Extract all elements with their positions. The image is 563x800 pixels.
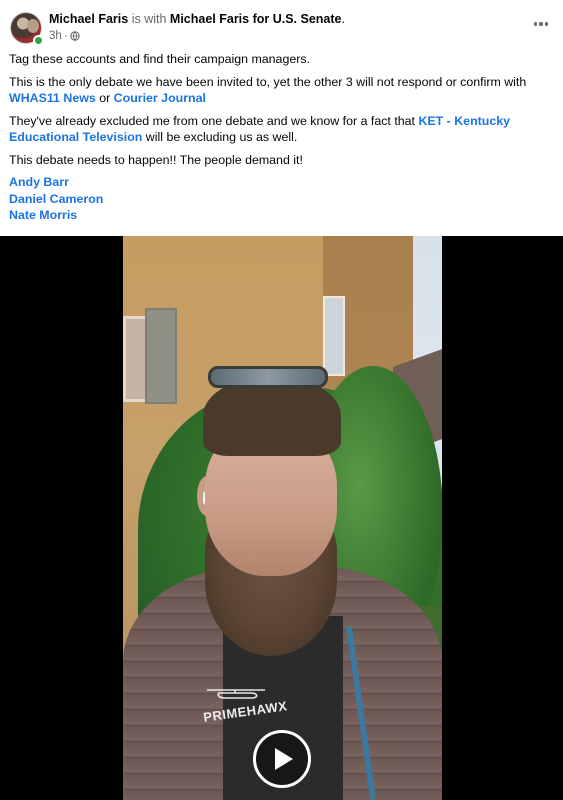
author-line: Michael Faris is with Michael Faris for …: [49, 11, 345, 27]
post-paragraph-1-text: Tag these accounts and find their campai…: [9, 52, 310, 66]
paragraph-3-text-b: will be excluding us as well.: [142, 129, 298, 144]
post-text: Tag these accounts and find their campai…: [9, 51, 554, 224]
author-name-link[interactable]: Michael Faris: [49, 12, 128, 26]
post-paragraph-2: This is the only debate we have been inv…: [9, 74, 554, 106]
post-header: Michael Faris is with Michael Faris for …: [0, 0, 563, 50]
mention-andy-barr[interactable]: Andy Barr: [9, 174, 554, 191]
play-icon[interactable]: [253, 730, 311, 788]
mentions-list: Andy Barr Daniel Cameron Nate Morris: [9, 174, 554, 224]
video-player[interactable]: PRIMEHAWX: [0, 236, 563, 800]
meta-separator: ·: [63, 30, 68, 42]
paragraph-2-text-a: This is the only debate we have been inv…: [9, 74, 527, 89]
whas11-news-link[interactable]: WHAS11 News: [9, 91, 96, 105]
sunglasses: [208, 366, 328, 388]
post-paragraph-3: They've already excluded me from one deb…: [9, 113, 554, 145]
post-timestamp[interactable]: 3h: [49, 29, 62, 43]
paragraph-2-text-b: or: [95, 90, 114, 105]
helicopter-logo-icon: [207, 689, 265, 699]
post-paragraph-4-text: This debate needs to happen!! The people…: [9, 152, 303, 167]
speaker-person: PRIMEHAWX: [123, 236, 442, 800]
avatar-face: [27, 19, 39, 33]
video-frame: PRIMEHAWX: [123, 236, 442, 800]
post-paragraph-4: This debate needs to happen!! The people…: [9, 152, 554, 168]
online-status-icon: [33, 35, 44, 46]
more-options-icon[interactable]: [531, 14, 551, 34]
tagged-page-link[interactable]: Michael Faris for U.S. Senate: [170, 12, 342, 26]
mention-daniel-cameron[interactable]: Daniel Cameron: [9, 191, 554, 208]
courier-journal-link[interactable]: Courier Journal: [114, 91, 206, 105]
mention-nate-morris[interactable]: Nate Morris: [9, 207, 554, 224]
post-paragraph-1: Tag these accounts and find their campai…: [9, 51, 554, 67]
with-text: is with: [131, 12, 167, 26]
author-line-period: .: [341, 12, 345, 26]
paragraph-3-text-a: They've already excluded me from one deb…: [9, 113, 419, 128]
hair: [203, 376, 341, 456]
play-triangle: [275, 748, 293, 770]
post-meta: 3h ·: [49, 29, 80, 43]
globe-icon[interactable]: [69, 31, 80, 41]
